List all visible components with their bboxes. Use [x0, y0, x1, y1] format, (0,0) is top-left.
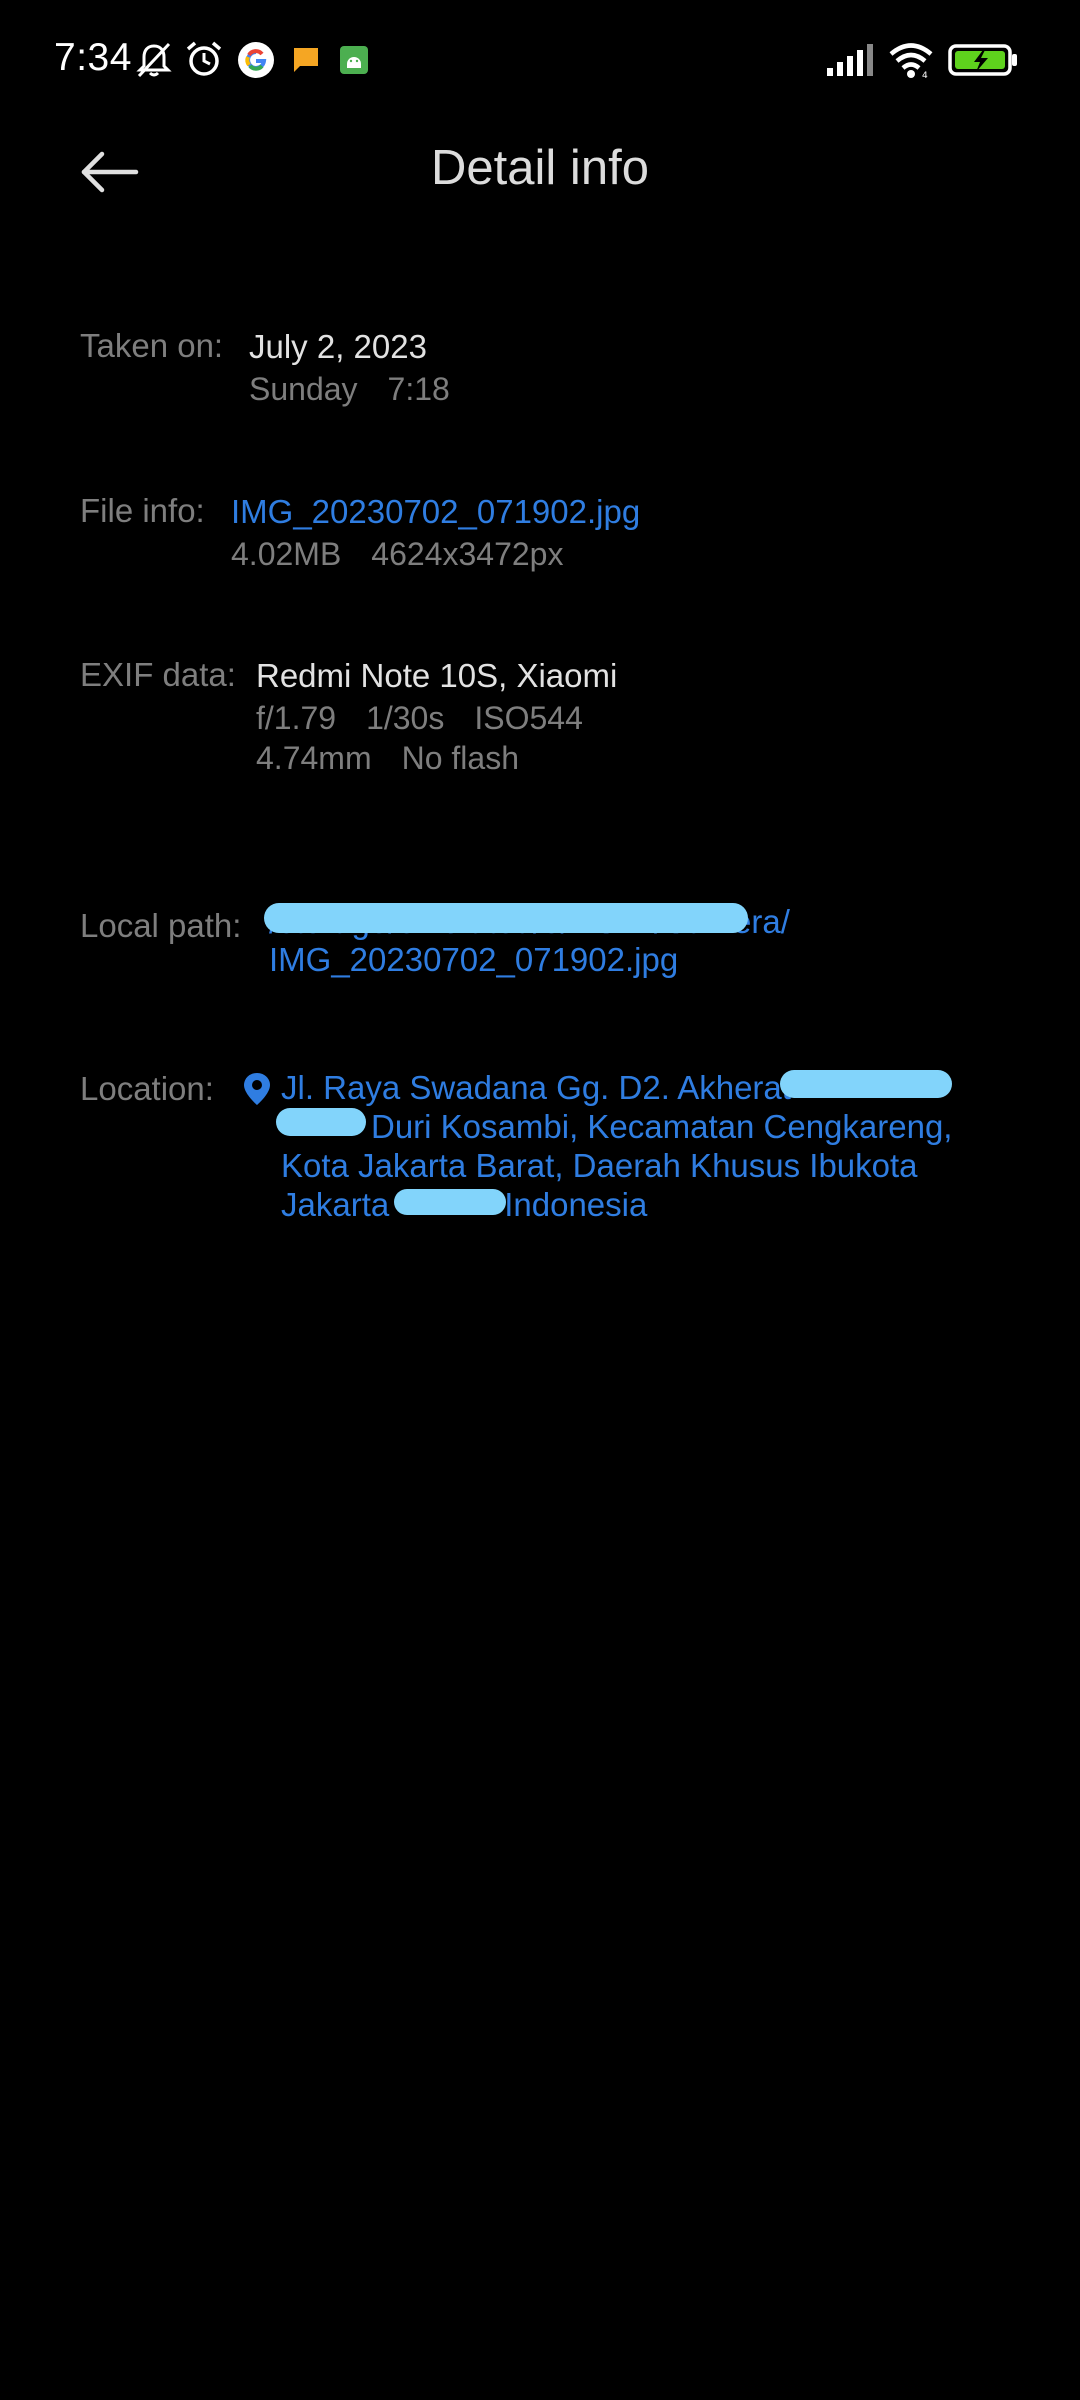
taken-day: Sunday [249, 371, 358, 407]
redaction-mark [394, 1189, 506, 1215]
redaction-mark [780, 1070, 952, 1098]
message-icon [290, 40, 322, 80]
taken-day-time: Sunday 7:18 [249, 369, 450, 409]
taken-time: 7:18 [387, 371, 450, 407]
location-city: Jakarta [281, 1186, 390, 1223]
android-icon [338, 40, 370, 80]
file-size: 4.02MB [231, 536, 342, 572]
file-name-link[interactable]: IMG_20230702_071902.jpg [231, 490, 640, 534]
taken-date: July 2, 2023 [249, 328, 427, 365]
status-time: 7:34 [54, 36, 132, 79]
location-line4: Jakarta Indonesia [281, 1185, 952, 1224]
taken-on-label: Taken on: [80, 327, 224, 364]
exif-shutter: 1/30s [366, 700, 445, 736]
exif-device: Redmi Note 10S, Xiaomi [256, 657, 618, 694]
redaction-mark [264, 903, 748, 933]
exif-iso: ISO544 [474, 700, 583, 736]
local-path-label: Local path: [80, 907, 242, 944]
location-country: Indonesia [504, 1186, 648, 1223]
file-resolution: 4624x3472px [371, 536, 564, 572]
redaction-mark [276, 1108, 366, 1136]
exif-label: EXIF data: [80, 656, 236, 693]
status-bar: 7:34 4 [0, 0, 1080, 120]
signal-icon [826, 40, 876, 80]
exif-exposure: f/1.79 1/30s ISO544 [256, 698, 617, 738]
page-title: Detail info [431, 141, 649, 195]
location-line2: Duri Kosambi, Kecamatan Cengkareng, [371, 1108, 953, 1145]
location-line3: Kota Jakarta Barat, Daerah Khusus Ibukot… [281, 1147, 918, 1184]
file-info-label: File info: [80, 492, 205, 529]
location-label: Location: [80, 1070, 214, 1107]
local-path-line2[interactable]: IMG_20230702_071902.jpg [269, 941, 790, 979]
wifi-icon: 4 [888, 40, 934, 80]
exif-focal-length: 4.74mm [256, 740, 372, 776]
file-size-resolution: 4.02MB 4624x3472px [231, 534, 640, 574]
exif-lens: 4.74mm No flash [256, 738, 617, 778]
exif-aperture: f/1.79 [256, 700, 337, 736]
bell-off-icon [134, 40, 174, 80]
alarm-icon [184, 40, 224, 80]
google-icon [237, 40, 275, 80]
location-pin-icon [243, 1072, 271, 1111]
exif-flash: No flash [401, 740, 519, 776]
app-header: Detail info [0, 120, 1080, 220]
svg-text:4: 4 [922, 71, 928, 79]
battery-charging-icon [948, 40, 1018, 80]
